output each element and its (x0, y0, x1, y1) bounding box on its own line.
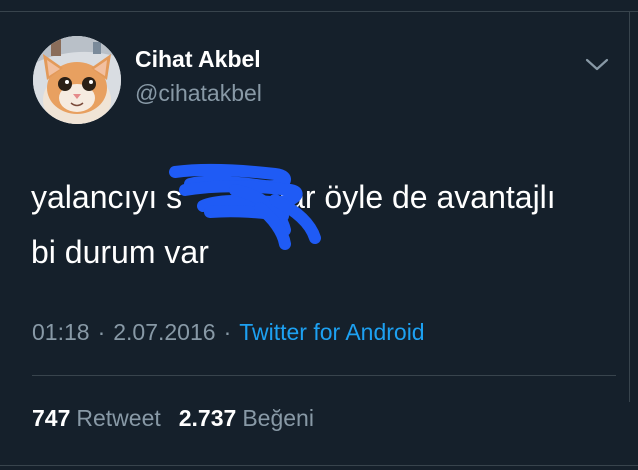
retweet-count: 747 (32, 405, 71, 431)
meta-separator: · (97, 319, 106, 345)
tweet-meta: 01:18 · 2.07.2016 · Twitter for Android (32, 319, 425, 346)
display-name[interactable]: Cihat Akbel (135, 46, 261, 73)
right-edge-rule (629, 12, 630, 402)
like-count: 2.737 (178, 405, 237, 431)
redaction-scribble (165, 160, 330, 255)
top-divider (0, 11, 638, 12)
avatar[interactable] (33, 36, 121, 124)
stats-divider (32, 375, 616, 376)
tweet-source-link[interactable]: Twitter for Android (239, 319, 424, 345)
user-handle[interactable]: @cihatakbel (135, 80, 262, 107)
chevron-down-icon[interactable] (584, 56, 610, 74)
tweet-date[interactable]: 2.07.2016 (113, 319, 215, 345)
tweet-stats: 747 Retweet 2.737 Beğeni (32, 405, 314, 432)
retweet-label: Retweet (76, 405, 161, 431)
like-stat[interactable]: 2.737 Beğeni (179, 405, 314, 431)
like-label: Beğeni (242, 405, 314, 431)
meta-separator: · (223, 319, 232, 345)
bottom-divider (0, 465, 638, 466)
tweet-text-start: yalancıyı s (31, 179, 183, 215)
retweet-stat[interactable]: 747 Retweet (32, 405, 161, 431)
tweet-time[interactable]: 01:18 (32, 319, 90, 345)
